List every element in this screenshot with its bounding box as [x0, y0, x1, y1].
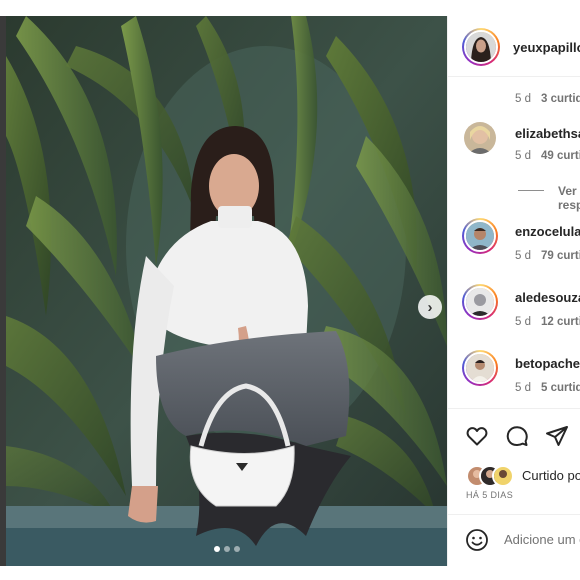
comment-username[interactable]: aledesouza	[515, 290, 580, 305]
comment-item: betopacheco 5 d 5 curtidas	[448, 350, 580, 410]
liker-avatar[interactable]	[492, 465, 514, 487]
carousel-dot	[214, 546, 220, 552]
comment-likes[interactable]: 49 curtidas	[541, 150, 580, 162]
comment-age: 5 d	[515, 93, 531, 105]
comment-input[interactable]	[504, 529, 580, 549]
post-photo[interactable]: ›	[6, 16, 447, 566]
comment-item: elizabethsantos 5 d 49 curtidas	[448, 120, 580, 180]
view-replies-button[interactable]: Ver respostas	[558, 184, 580, 212]
next-image-button[interactable]: ›	[418, 295, 442, 319]
post-header: yeuxpapillon	[448, 16, 580, 77]
comment-meta: 5 d 12 curtidas	[515, 316, 580, 328]
replies-divider	[518, 190, 544, 191]
actions-divider	[448, 408, 580, 409]
post-time: HÁ 5 DIAS	[466, 490, 514, 500]
comment-meta: 5 d 79 curtidas	[515, 250, 580, 262]
comment-username[interactable]: betopacheco	[515, 356, 580, 371]
comment-meta: 5 d 5 curtidas	[515, 382, 580, 394]
carousel-indicator	[214, 546, 240, 552]
comment-age: 5 d	[515, 250, 531, 262]
comment-age: 5 d	[515, 150, 531, 162]
comment-likes[interactable]: 5 curtidas	[541, 382, 580, 394]
comment-age: 5 d	[515, 382, 531, 394]
author-username[interactable]: yeuxpapillon	[513, 40, 580, 55]
carousel-dot	[224, 546, 230, 552]
comment-meta: 5 d 49 curtidas	[515, 150, 580, 162]
comment-username[interactable]: enzocelulari	[515, 224, 580, 239]
comment-username[interactable]: elizabethsantos	[515, 126, 580, 141]
comment-likes[interactable]: 3 curtidas	[541, 93, 580, 105]
comment-avatar[interactable]	[464, 122, 496, 154]
comment-likes[interactable]: 79 curtidas	[541, 250, 580, 262]
author-avatar[interactable]	[462, 28, 500, 66]
comment-item: enzocelulari 5 d 79 curtidas	[448, 218, 580, 278]
post-image	[6, 16, 447, 566]
comment-avatar[interactable]	[462, 350, 498, 386]
comment-item: aledesouza 5 d 12 curtidas	[448, 284, 580, 344]
comment-avatar[interactable]	[462, 218, 498, 254]
window-top-strip	[0, 0, 580, 16]
heart-icon[interactable]	[465, 424, 489, 448]
liked-by-row: Curtido por	[466, 465, 580, 487]
carousel-dot	[234, 546, 240, 552]
comment-age: 5 d	[515, 316, 531, 328]
post-sidebar: 5 d 3 curtidas elizabethsantos 5 d 49 curt…	[447, 16, 580, 566]
window-bottom-strip	[0, 566, 580, 580]
compose-divider	[448, 514, 580, 515]
comment-avatar[interactable]	[462, 284, 498, 320]
comment-likes[interactable]: 12 curtidas	[541, 316, 580, 328]
share-icon[interactable]	[545, 424, 569, 448]
liked-by-text[interactable]: Curtido por	[522, 468, 580, 483]
emoji-icon[interactable]	[465, 528, 489, 552]
comment-icon[interactable]	[505, 424, 529, 448]
comment-meta: 5 d 3 curtidas	[515, 93, 580, 105]
